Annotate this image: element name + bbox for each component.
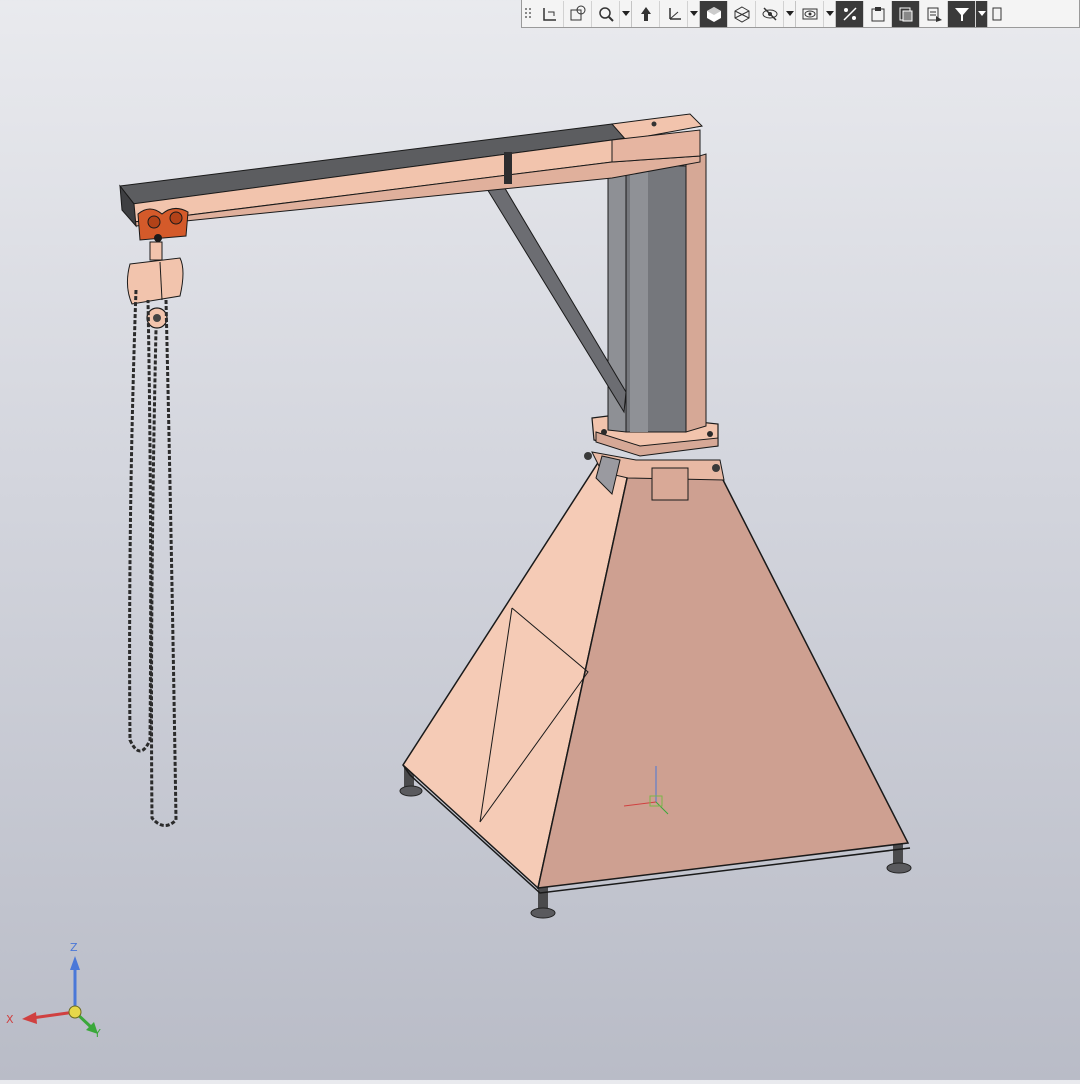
x-axis-label: X <box>6 1013 14 1026</box>
show-icon[interactable] <box>796 0 824 27</box>
3d-viewport[interactable]: Z X Y <box>0 0 1080 1080</box>
filter-dropdown-icon[interactable] <box>976 0 988 27</box>
zoom-to-fit-icon[interactable] <box>564 0 592 27</box>
view-toolbar <box>521 0 1080 28</box>
wireframe-view-icon[interactable] <box>728 0 756 27</box>
filter-icon[interactable] <box>948 0 976 27</box>
hand-chain <box>128 289 178 827</box>
sketch-plane-icon[interactable] <box>536 0 564 27</box>
show-dropdown-icon[interactable] <box>824 0 836 27</box>
properties-icon[interactable] <box>920 0 948 27</box>
zoom-dropdown-icon[interactable] <box>620 0 632 27</box>
section-icon[interactable] <box>864 0 892 27</box>
hide-icon[interactable] <box>756 0 784 27</box>
hide-dropdown-icon[interactable] <box>784 0 796 27</box>
constraints-icon[interactable] <box>836 0 864 27</box>
axis-triad <box>22 956 98 1034</box>
coordinate-dropdown-icon[interactable] <box>688 0 700 27</box>
orient-icon[interactable] <box>632 0 660 27</box>
zoom-icon[interactable] <box>592 0 620 27</box>
layers-icon[interactable] <box>892 0 920 27</box>
pyramid-base <box>399 451 912 919</box>
diagonal-brace <box>483 179 627 414</box>
grip-icon[interactable] <box>522 1 536 27</box>
more-icon[interactable] <box>988 1 1006 27</box>
coordinate-system-icon[interactable] <box>660 0 688 27</box>
y-axis-label: Y <box>93 1027 101 1040</box>
model-canvas: Z X Y <box>6 113 912 1040</box>
z-axis-label: Z <box>70 941 78 954</box>
shaded-view-icon[interactable] <box>700 0 728 27</box>
